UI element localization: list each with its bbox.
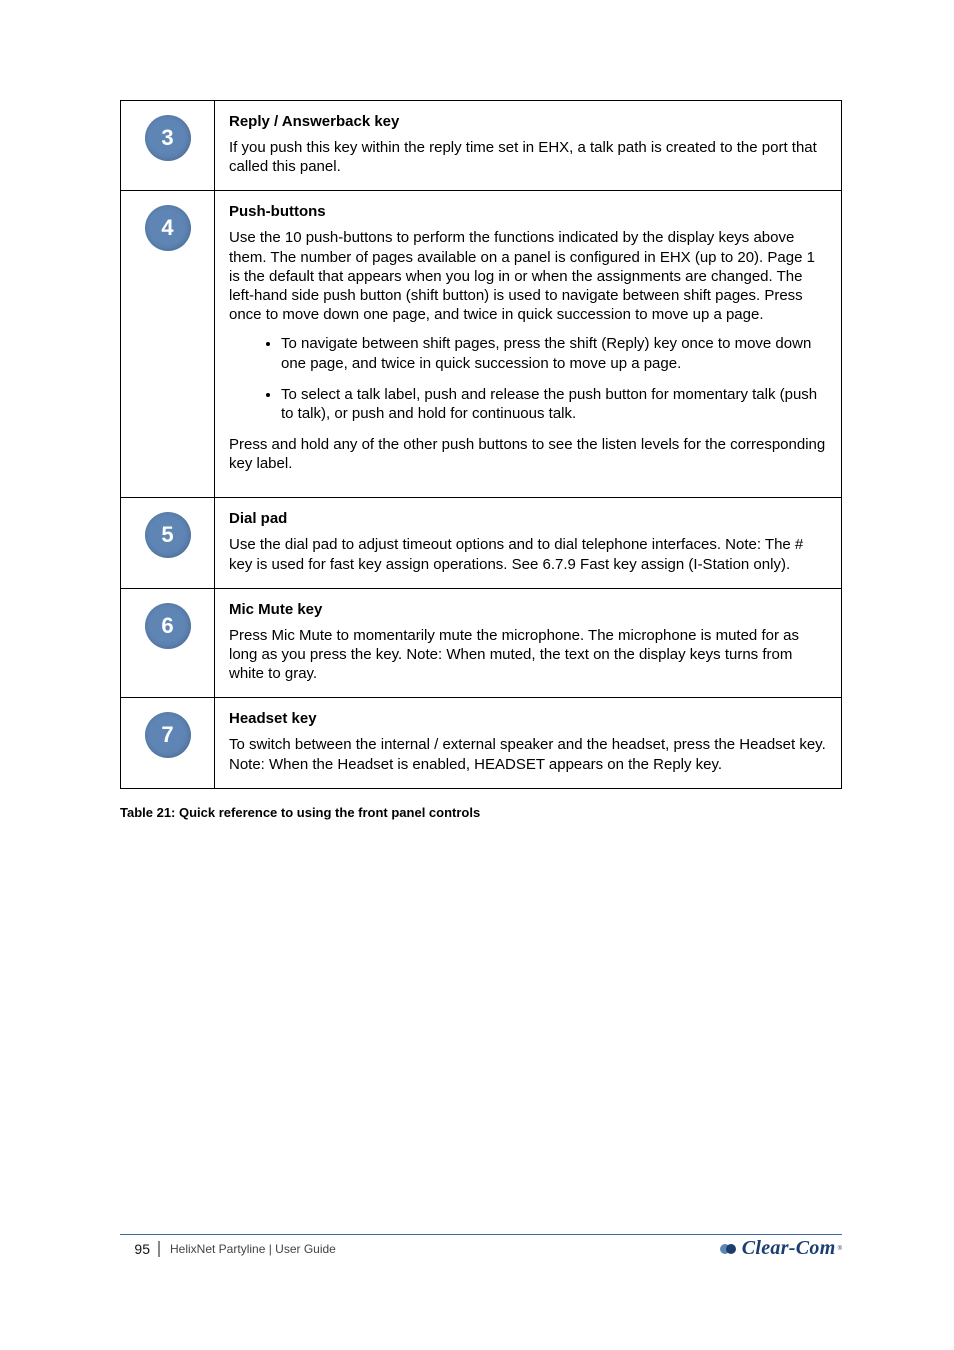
row-number-cell: 6 — [121, 588, 215, 698]
row-content-cell: Reply / Answerback key If you push this … — [215, 101, 842, 191]
list-item: To navigate between shift pages, press t… — [281, 334, 827, 372]
row-number-badge: 4 — [145, 205, 191, 251]
row-body-note: Press and hold any of the other push but… — [229, 435, 827, 473]
row-title: Push-buttons — [229, 203, 827, 220]
row-number-badge: 7 — [145, 712, 191, 758]
row-number-cell: 3 — [121, 101, 215, 191]
table-row: 3 Reply / Answerback key If you push thi… — [121, 101, 842, 191]
row-title: Mic Mute key — [229, 601, 827, 618]
registered-mark: ® — [838, 1246, 842, 1252]
row-title: Dial pad — [229, 510, 827, 527]
row-number-badge: 3 — [145, 115, 191, 161]
row-number-badge: 5 — [145, 512, 191, 558]
row-body-text: Use the 10 push-buttons to perform the f… — [229, 228, 827, 324]
controls-table: 3 Reply / Answerback key If you push thi… — [120, 100, 842, 789]
page-number: 95 — [120, 1241, 160, 1257]
clearcom-icon — [720, 1240, 738, 1258]
row-number-cell: 4 — [121, 191, 215, 498]
row-number-badge: 6 — [145, 603, 191, 649]
row-body: Use the 10 push-buttons to perform the f… — [229, 228, 827, 473]
footer-rule — [120, 1234, 842, 1235]
row-title: Headset key — [229, 710, 827, 727]
table-row: 4 Push-buttons Use the 10 push-buttons t… — [121, 191, 842, 498]
brand-logo: Clear-Com ® — [720, 1237, 842, 1260]
row-number-cell: 5 — [121, 498, 215, 588]
row-body: Use the dial pad to adjust timeout optio… — [229, 535, 827, 573]
footer-doc-title: HelixNet Partyline | User Guide — [170, 1242, 336, 1256]
table-caption: Table 21: Quick reference to using the f… — [120, 805, 842, 820]
row-bullet-list: To navigate between shift pages, press t… — [229, 334, 827, 423]
table-row: 5 Dial pad Use the dial pad to adjust ti… — [121, 498, 842, 588]
row-body: Press Mic Mute to momentarily mute the m… — [229, 626, 827, 684]
row-content-cell: Mic Mute key Press Mic Mute to momentari… — [215, 588, 842, 698]
brand-name: Clear-Com — [742, 1237, 836, 1260]
row-title: Reply / Answerback key — [229, 113, 827, 130]
row-content-cell: Dial pad Use the dial pad to adjust time… — [215, 498, 842, 588]
page-footer: 95 HelixNet Partyline | User Guide Clear… — [120, 1234, 842, 1260]
row-content-cell: Headset key To switch between the intern… — [215, 698, 842, 788]
table-row: 7 Headset key To switch between the inte… — [121, 698, 842, 788]
table-row: 6 Mic Mute key Press Mic Mute to momenta… — [121, 588, 842, 698]
list-item: To select a talk label, push and release… — [281, 385, 827, 423]
row-body: If you push this key within the reply ti… — [229, 138, 827, 176]
row-content-cell: Push-buttons Use the 10 push-buttons to … — [215, 191, 842, 498]
row-body: To switch between the internal / externa… — [229, 735, 827, 773]
row-number-cell: 7 — [121, 698, 215, 788]
